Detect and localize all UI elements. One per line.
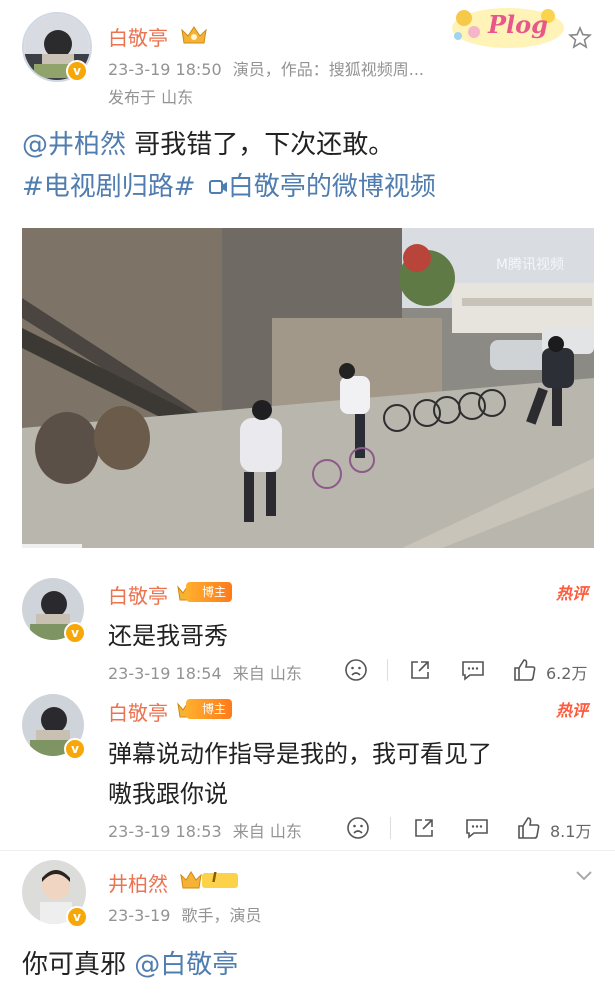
topic-link[interactable]: #电视剧归路# [22,172,196,202]
section-divider [0,850,615,851]
comment-time: 23-3-19 18:53 [108,822,222,841]
comment-text-line1: 弹幕说动作指导是我的，我可看见了 [108,740,492,768]
reply-mention-link[interactable]: @白敬亭 [134,950,238,980]
like-icon[interactable] [512,657,538,687]
action-divider [390,817,391,839]
comment-text-line2: 嗷我跟你说 [108,780,228,808]
like-icon[interactable] [516,815,542,845]
level-label: I [212,871,217,886]
verified-icon: v [66,60,88,82]
verified-icon: v [64,738,86,760]
plog-text: Plog [488,10,548,39]
post-location: 发布于 山东 [108,88,194,107]
video-link[interactable]: 白敬亭的微博视频 [228,172,436,202]
post-time: 23-3-19 18:50 [108,60,222,79]
reply-time: 23-3-19 [108,906,171,925]
reply-author[interactable]: 井柏然 [108,868,168,897]
reply-body: 你可真邪 @白敬亭 [22,944,238,981]
video-frame [22,228,594,548]
level-badge: I [178,869,240,891]
reply-text: 你可真邪 [22,950,135,980]
comment-time: 23-3-19 18:54 [108,664,222,683]
video-watermark: M腾讯视频 [495,257,564,273]
hot-comment-badge: 热评 [556,701,589,720]
like-count: 6.2万 [546,664,588,683]
reply-meta: 23-3-19 歌手，演员 [108,902,262,926]
video-player[interactable]: M腾讯视频 [22,228,594,548]
post-body: @井柏然 哥我错了，下次还敢。 #电视剧归路# 白敬亭的微博视频 [22,124,602,210]
chevron-down-icon[interactable] [574,868,594,887]
comment-author[interactable]: 白敬亭 [108,697,168,726]
verified-icon: v [64,622,86,644]
video-link-icon [208,168,228,210]
crown-icon [180,24,208,50]
comment-from: 来自 山东 [232,822,302,841]
blogger-tag: 博主 [186,699,233,719]
plog-decoration: Plog [446,2,566,52]
like-count: 8.1万 [550,822,592,841]
mention-link[interactable]: @井柏然 [22,130,126,160]
favorite-star-icon[interactable] [568,25,592,54]
comment-text: 还是我哥秀 [108,622,228,650]
blogger-tag: 博主 [186,582,233,602]
comment-from: 来自 山东 [232,664,302,683]
comment-icon[interactable] [460,658,486,686]
blogger-tag-label: 博主 [202,702,227,716]
post-text: 哥我错了，下次还敢。 [126,130,395,160]
post-meta: 23-3-19 18:50 演员，作品：搜狐视频周... [108,56,424,80]
post-source: 演员，作品：搜狐视频周... [232,60,424,79]
comment-meta: 23-3-19 18:54 来自 山东 [108,660,302,684]
share-icon[interactable] [412,816,436,844]
action-divider [387,659,388,681]
blogger-tag-label: 博主 [202,585,227,599]
dislike-face-icon[interactable] [344,658,368,686]
comment-icon[interactable] [464,816,490,844]
reply-desc: 歌手，演员 [181,906,262,925]
dislike-face-icon[interactable] [346,816,370,844]
author-name[interactable]: 白敬亭 [108,22,168,51]
hot-comment-badge: 热评 [556,584,589,603]
comment-author[interactable]: 白敬亭 [108,580,168,609]
verified-icon: v [66,906,88,928]
share-icon[interactable] [408,658,432,686]
comment-meta: 23-3-19 18:53 来自 山东 [108,818,302,842]
